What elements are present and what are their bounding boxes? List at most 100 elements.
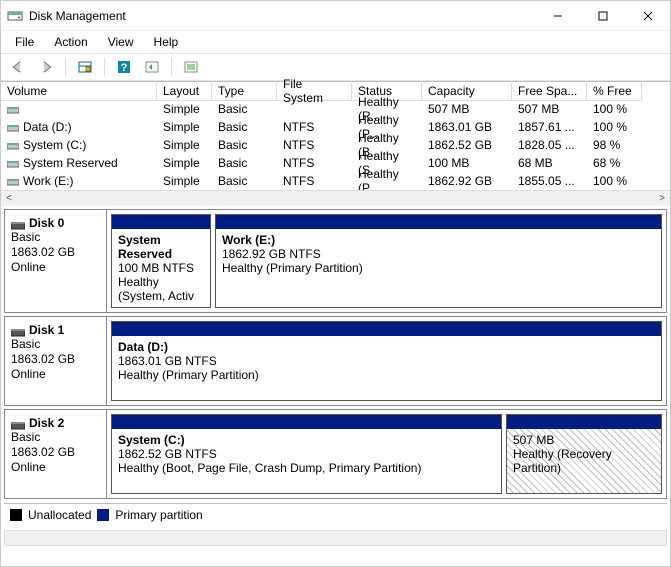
minimize-button[interactable]: [535, 1, 580, 31]
disk-graphical-view: Disk 0Basic1863.02 GBOnlineSystem Reserv…: [1, 206, 670, 499]
disk-partitions: System (C:)1862.52 GB NTFSHealthy (Boot,…: [107, 410, 666, 498]
disk-name: Disk 1: [29, 323, 64, 337]
vol-layout: Simple: [157, 156, 212, 170]
disk-info[interactable]: Disk 2Basic1863.02 GBOnline: [5, 410, 107, 498]
vol-fs: NTFS: [277, 156, 352, 170]
vol-pct: 98 %: [587, 138, 642, 152]
vol-layout: Simple: [157, 120, 212, 134]
menubar: File Action View Help: [1, 31, 670, 53]
col-capacity[interactable]: Capacity: [422, 81, 512, 101]
vol-cap: 1863.01 GB: [422, 120, 512, 134]
partition-title: Work (E:): [222, 233, 655, 247]
disk-icon: [11, 326, 25, 334]
disk-block: Disk 2Basic1863.02 GBOnlineSystem (C:)18…: [4, 409, 667, 499]
drive-icon: [7, 104, 19, 114]
bottom-scrollbar[interactable]: [4, 530, 667, 546]
vol-layout: Simple: [157, 174, 212, 188]
menu-file[interactable]: File: [7, 33, 42, 51]
vol-name: Data (D:): [23, 120, 72, 134]
vol-cap: 1862.52 GB: [422, 138, 512, 152]
refresh-button[interactable]: [141, 56, 163, 78]
back-button[interactable]: [7, 56, 29, 78]
partition-size: 507 MB: [513, 433, 655, 447]
titlebar: Disk Management: [1, 1, 670, 31]
drive-icon: [7, 140, 19, 150]
disk-block: Disk 1Basic1863.02 GBOnlineData (D:)1863…: [4, 316, 667, 406]
vol-fs: NTFS: [277, 174, 352, 188]
vol-pct: 68 %: [587, 156, 642, 170]
vol-type: Basic: [212, 138, 277, 152]
vol-name: System (C:): [23, 138, 86, 152]
close-button[interactable]: [625, 1, 670, 31]
drive-icon: [7, 158, 19, 168]
partition-size: 1862.92 GB NTFS: [222, 247, 655, 261]
disk-icon: [11, 419, 25, 427]
disk-block: Disk 0Basic1863.02 GBOnlineSystem Reserv…: [4, 209, 667, 313]
drive-icon: [7, 122, 19, 132]
legend-primary: Primary partition: [115, 508, 202, 522]
disk-info[interactable]: Disk 0Basic1863.02 GBOnline: [5, 210, 107, 312]
partition-stripe: [112, 415, 501, 429]
vol-cap: 507 MB: [422, 102, 512, 116]
partition-stripe: [112, 322, 661, 336]
disk-info[interactable]: Disk 1Basic1863.02 GBOnline: [5, 317, 107, 405]
list-button[interactable]: [180, 56, 202, 78]
partition[interactable]: System Reserved100 MB NTFSHealthy (Syste…: [111, 214, 211, 308]
disk-icon: [11, 219, 25, 227]
col-fs[interactable]: File System: [277, 81, 352, 101]
legend-swatch-unallocated: [10, 509, 22, 521]
partition-size: 100 MB NTFS: [118, 261, 204, 275]
table-row[interactable]: Work (E:)SimpleBasicNTFSHealthy (P...186…: [1, 172, 670, 190]
app-icon: [7, 8, 23, 24]
vol-free: 507 MB: [512, 102, 587, 116]
table-row[interactable]: Data (D:)SimpleBasicNTFSHealthy (P...186…: [1, 118, 670, 136]
vol-type: Basic: [212, 156, 277, 170]
disk-type: Basic: [11, 430, 100, 445]
partition-status: Healthy (Primary Partition): [222, 261, 655, 275]
partition-title: System Reserved: [118, 233, 204, 261]
vol-cap: 1862.92 GB: [422, 174, 512, 188]
col-type[interactable]: Type: [212, 81, 277, 101]
col-free[interactable]: Free Spa...: [512, 81, 587, 101]
vol-layout: Simple: [157, 138, 212, 152]
disk-partitions: System Reserved100 MB NTFSHealthy (Syste…: [107, 210, 666, 312]
table-row[interactable]: System (C:)SimpleBasicNTFSHealthy (B...1…: [1, 136, 670, 154]
vol-free: 1828.05 ...: [512, 138, 587, 152]
vol-pct: 100 %: [587, 120, 642, 134]
disk-state: Online: [11, 260, 100, 275]
table-row[interactable]: System ReservedSimpleBasicNTFSHealthy (S…: [1, 154, 670, 172]
scroll-left-icon[interactable]: <: [1, 193, 17, 204]
properties-button[interactable]: [74, 56, 96, 78]
partition-size: 1863.01 GB NTFS: [118, 354, 655, 368]
partition-stripe: [112, 215, 210, 229]
vol-fs: NTFS: [277, 120, 352, 134]
col-pct[interactable]: % Free: [587, 81, 642, 101]
col-volume[interactable]: Volume: [1, 81, 157, 101]
scroll-right-icon[interactable]: >: [654, 193, 670, 204]
vol-name: Work (E:): [23, 174, 73, 188]
col-layout[interactable]: Layout: [157, 81, 212, 101]
vol-name: System Reserved: [23, 156, 118, 170]
partition[interactable]: System (C:)1862.52 GB NTFSHealthy (Boot,…: [111, 414, 502, 494]
menu-help[interactable]: Help: [146, 33, 187, 51]
menu-action[interactable]: Action: [46, 33, 95, 51]
legend-unallocated: Unallocated: [28, 508, 91, 522]
menu-view[interactable]: View: [100, 33, 142, 51]
partition[interactable]: Work (E:)1862.92 GB NTFSHealthy (Primary…: [215, 214, 662, 308]
disk-size: 1863.02 GB: [11, 352, 100, 367]
legend: Unallocated Primary partition: [4, 503, 667, 526]
help-button[interactable]: ?: [113, 56, 135, 78]
partition-title: Data (D:): [118, 340, 655, 354]
forward-button[interactable]: [35, 56, 57, 78]
partition[interactable]: Data (D:)1863.01 GB NTFSHealthy (Primary…: [111, 321, 662, 401]
horizontal-scrollbar[interactable]: < >: [1, 190, 670, 206]
vol-type: Basic: [212, 120, 277, 134]
partition[interactable]: 507 MBHealthy (Recovery Partition): [506, 414, 662, 494]
disk-type: Basic: [11, 337, 100, 352]
disk-name: Disk 0: [29, 216, 64, 230]
vol-free: 1857.61 ...: [512, 120, 587, 134]
partition-title: System (C:): [118, 433, 495, 447]
maximize-button[interactable]: [580, 1, 625, 31]
partition-size: 1862.52 GB NTFS: [118, 447, 495, 461]
svg-text:?: ?: [121, 62, 128, 74]
